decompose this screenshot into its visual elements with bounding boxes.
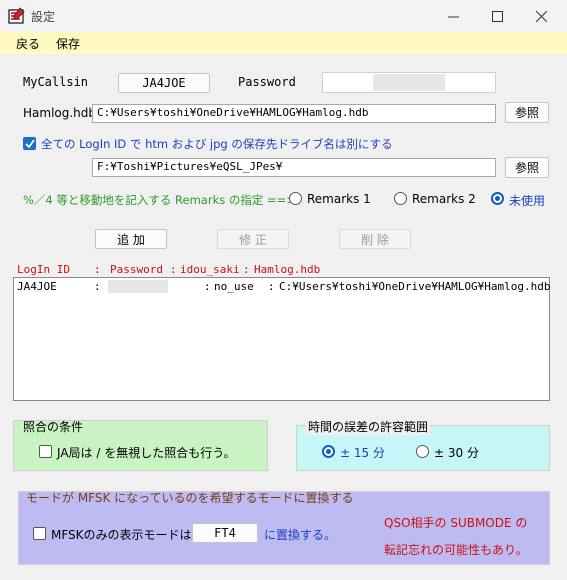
window-title: 設定 [31,10,56,24]
header-sep2: : [170,263,177,276]
remarks-label: %／4 等と移動地を記入する Remarks の指定 ==> [23,193,296,207]
row-sep3: : [268,280,275,293]
row-idou-saki: no_use [214,280,254,293]
close-icon [535,10,547,22]
delete-button[interactable]: 削 除 [339,229,411,249]
mfsk-checkbox-label: MFSKのみの表示モードは [51,528,192,542]
matching-title: 照合の条件 [23,420,84,434]
mfsk-suffix: に置換する。 [264,528,337,542]
matching-checkbox-label: JA局は / を無視した照合も行う。 [57,446,236,460]
tolerance-30-radio[interactable] [416,445,429,458]
remarks1-radio[interactable] [289,192,302,205]
callsign-label: MyCallsin [23,75,89,89]
mfsk-mode-field[interactable]: FT4 [192,523,258,543]
add-button[interactable]: 追 加 [95,229,167,249]
row-hamlog: C:¥Users¥toshi¥OneDrive¥HAMLOG¥Hamlog.hd… [279,280,551,293]
drive-browse-button[interactable]: 参照 [505,157,549,178]
remarks2-radio[interactable] [394,192,407,205]
tolerance-15-label: ± 15 分 [340,446,385,460]
hamlog-path-field[interactable]: C:¥Users¥toshi¥OneDrive¥HAMLOG¥Hamlog.hd… [92,104,496,123]
hamlog-label: Hamlog.hdb [23,106,97,120]
menu-save[interactable]: 保存 [56,35,80,52]
tolerance-15-radio[interactable] [322,445,335,458]
hamlog-browse-button[interactable]: 参照 [505,102,549,123]
header-sep3: : [243,263,250,276]
unused-label: 未使用 [509,194,546,208]
header-login-id: LogIn ID [17,263,70,276]
row-password-mask [108,280,168,293]
menu-bar [0,32,567,54]
app-icon [8,7,25,24]
menu-back[interactable]: 戻る [16,35,40,52]
mfsk-title: モードが MFSK になっているのを希望するモードに置換する [26,491,354,505]
login-list[interactable]: JA4JOE : : no_use : C:¥Users¥toshi¥OneDr… [13,277,551,401]
header-password: Password [110,263,163,276]
header-idou-saki: idou_saki [180,263,240,276]
mfsk-note-line2: 転記忘れの可能性もあり。 [384,543,528,557]
mfsk-checkbox[interactable] [33,527,46,540]
list-item[interactable]: JA4JOE : : no_use : C:¥Users¥toshi¥OneDr… [14,278,551,295]
row-sep1: : [94,280,101,293]
close-button[interactable] [521,4,561,28]
password-label: Password [238,75,296,89]
row-sep2: : [204,280,211,293]
password-mask [373,74,445,91]
time-tolerance-title: 時間の誤差の許容範囲 [306,418,431,435]
checkmark-icon [25,139,35,149]
minimize-button[interactable] [433,4,473,28]
header-sep1: : [94,263,101,276]
header-hamlog: Hamlog.hdb [254,263,321,276]
edit-button[interactable]: 修 正 [217,229,289,249]
remarks2-label: Remarks 2 [412,192,476,206]
drive-path-field[interactable]: F:¥Toshi¥Pictures¥eQSL_JPes¥ [92,158,496,177]
separate-drive-label: 全ての LogIn ID で htm および jpg の保存先ドライブ名は別にす… [41,137,393,151]
callsign-field[interactable]: JA4JOE [118,73,210,93]
remarks1-label: Remarks 1 [307,192,371,206]
minimize-icon [447,16,459,17]
mfsk-note-line1: QSO相手の SUBMODE の [384,516,528,530]
matching-checkbox[interactable] [39,445,52,458]
unused-radio[interactable] [491,192,504,205]
tolerance-30-label: ± 30 分 [434,446,479,460]
maximize-icon [491,10,503,22]
password-field[interactable] [322,72,496,93]
maximize-button[interactable] [477,4,517,28]
separate-drive-checkbox[interactable] [23,137,36,150]
row-login-id: JA4JOE [17,280,57,293]
